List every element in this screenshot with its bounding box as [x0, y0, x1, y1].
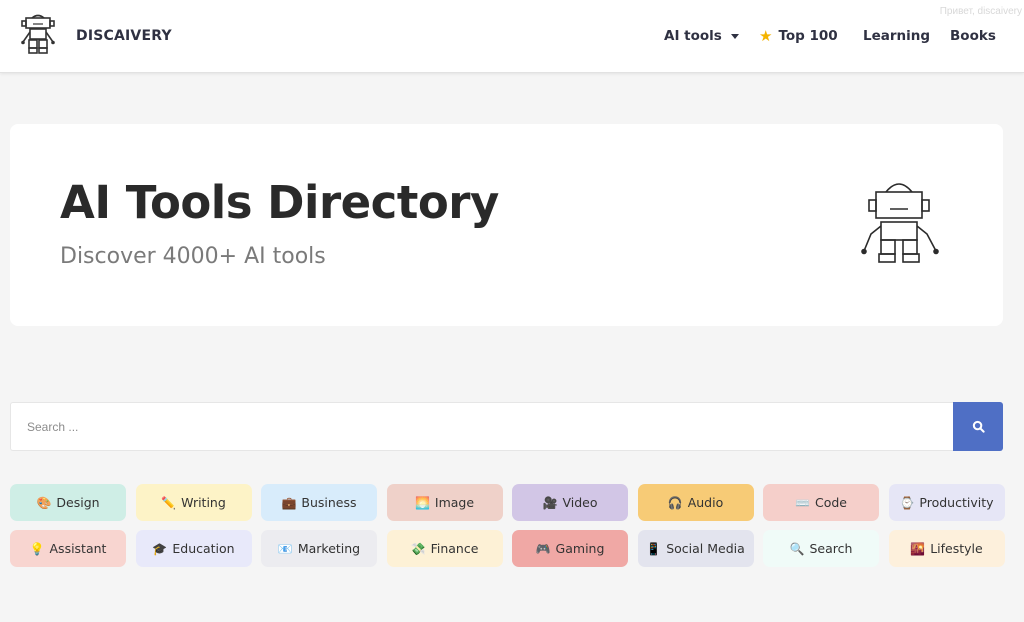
- category-social-media[interactable]: 📱 Social Media: [637, 530, 754, 567]
- category-gaming[interactable]: 🎮 Gaming: [512, 530, 628, 567]
- keyboard-icon: ⌨️: [795, 495, 810, 510]
- category-label: Writing: [181, 495, 226, 510]
- category-search[interactable]: 🔍 Search: [763, 530, 879, 567]
- category-label: Business: [301, 495, 357, 510]
- money-icon: 💸: [410, 541, 426, 556]
- chevron-down-icon: [730, 33, 739, 39]
- category-label: Code: [814, 495, 847, 510]
- category-label: Design: [56, 495, 100, 510]
- page-title: AI Tools Directory: [60, 176, 499, 229]
- category-audio[interactable]: 🎧 Audio: [637, 484, 754, 521]
- category-label: Education: [172, 541, 235, 556]
- category-finance[interactable]: 💸 Finance: [386, 530, 503, 567]
- category-code[interactable]: ⌨️ Code: [763, 484, 879, 521]
- sunrise-icon: 🌅: [414, 495, 430, 510]
- star-icon: ★: [759, 26, 773, 45]
- phone-icon: 📱: [646, 541, 662, 556]
- gamepad-icon: 🎮: [535, 541, 551, 556]
- category-business[interactable]: 💼 Business: [261, 484, 377, 521]
- category-label: Assistant: [49, 541, 107, 556]
- graduation-cap-icon: 🎓: [152, 541, 168, 556]
- category-label: Audio: [687, 495, 724, 510]
- category-label: Marketing: [297, 541, 361, 556]
- category-label: Social Media: [666, 541, 745, 556]
- greeting-text: Привет, discaivery: [939, 6, 1022, 17]
- city-sunset-icon: 🌇: [910, 541, 926, 556]
- headphones-icon: 🎧: [667, 495, 683, 510]
- nav-ai-tools-label: AI tools: [664, 28, 722, 44]
- category-label: Image: [434, 495, 475, 510]
- watch-icon: ⌚: [899, 495, 915, 510]
- category-label: Finance: [430, 541, 479, 556]
- palette-icon: 🎨: [36, 495, 52, 510]
- category-education[interactable]: 🎓 Education: [135, 530, 252, 567]
- category-label: Productivity: [919, 495, 994, 510]
- search-button[interactable]: [953, 402, 1003, 451]
- category-video[interactable]: 🎥 Video: [512, 484, 628, 521]
- category-lifestyle[interactable]: 🌇 Lifestyle: [888, 530, 1005, 567]
- category-marketing[interactable]: 📧 Marketing: [261, 530, 377, 567]
- page-subtitle: Discover 4000+ AI tools: [60, 244, 326, 269]
- hero-section: AI Tools Directory Discover 4000+ AI too…: [10, 124, 1003, 326]
- site-header: DISCAIVERY Привет, discaivery AI tools ★…: [0, 0, 1024, 73]
- pencil-icon: ✏️: [161, 495, 177, 510]
- category-image[interactable]: 🌅 Image: [386, 484, 503, 521]
- nav-ai-tools[interactable]: AI tools: [664, 28, 739, 44]
- nav-top100[interactable]: ★ Top 100: [759, 28, 838, 44]
- lightbulb-icon: 💡: [29, 541, 45, 556]
- search-icon: [972, 420, 985, 433]
- category-label: Video: [562, 495, 598, 510]
- category-label: Lifestyle: [930, 541, 983, 556]
- category-label: Search: [809, 541, 853, 556]
- main-nav: AI tools ★ Top 100 Learning Books: [0, 28, 1024, 48]
- nav-top100-label: Top 100: [778, 28, 838, 44]
- category-productivity[interactable]: ⌚ Productivity: [888, 484, 1005, 521]
- nav-learning[interactable]: Learning: [863, 28, 930, 44]
- category-grid: 🎨 Design ✏️ Writing 💼 Business 🌅 Image 🎥 Vide…: [10, 484, 1005, 567]
- category-label: Gaming: [555, 541, 605, 556]
- email-icon: 📧: [277, 541, 293, 556]
- briefcase-icon: 💼: [281, 495, 297, 510]
- robot-illustration-icon: [861, 183, 939, 263]
- nav-books[interactable]: Books: [950, 28, 996, 44]
- video-camera-icon: 🎥: [542, 495, 558, 510]
- search-bar: [10, 402, 1003, 451]
- category-assistant[interactable]: 💡 Assistant: [10, 530, 126, 567]
- category-design[interactable]: 🎨 Design: [10, 484, 126, 521]
- search-input[interactable]: [10, 402, 953, 451]
- category-writing[interactable]: ✏️ Writing: [135, 484, 252, 521]
- magnifier-icon: 🔍: [789, 541, 805, 556]
